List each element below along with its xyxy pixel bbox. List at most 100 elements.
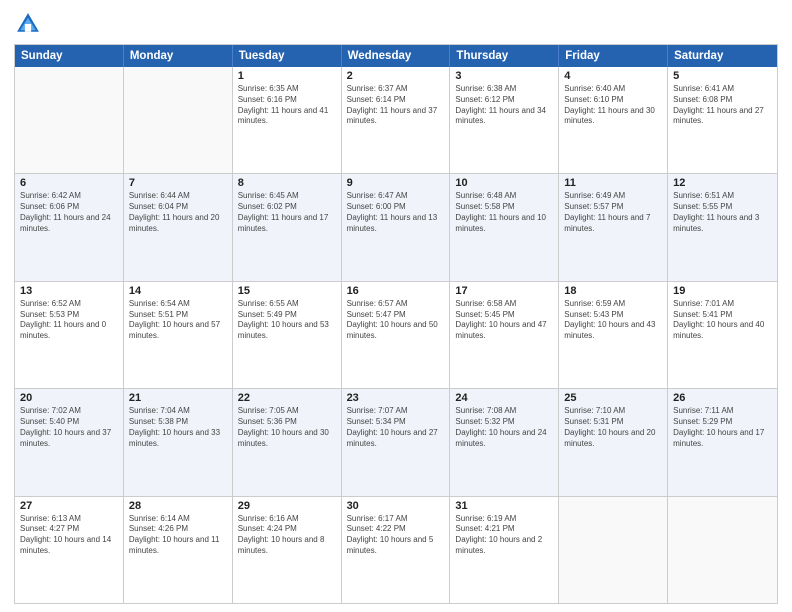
day-number: 4 [564,70,662,82]
day-info: Sunrise: 6:40 AM Sunset: 6:10 PM Dayligh… [564,84,662,127]
day-number: 12 [673,177,772,189]
day-number: 16 [347,285,445,297]
calendar-cell-4-1: 20 Sunrise: 7:02 AM Sunset: 5:40 PM Dayli… [15,389,124,495]
day-number: 7 [129,177,227,189]
calendar: SundayMondayTuesdayWednesdayThursdayFrid… [14,44,778,604]
calendar-cell-5-5: 31 Sunrise: 6:19 AM Sunset: 4:21 PM Dayli… [450,497,559,603]
day-info: Sunrise: 6:49 AM Sunset: 5:57 PM Dayligh… [564,191,662,234]
header-day-wednesday: Wednesday [342,45,451,67]
day-info: Sunrise: 7:10 AM Sunset: 5:31 PM Dayligh… [564,406,662,449]
calendar-cell-3-6: 18 Sunrise: 6:59 AM Sunset: 5:43 PM Dayli… [559,282,668,388]
day-info: Sunrise: 7:05 AM Sunset: 5:36 PM Dayligh… [238,406,336,449]
calendar-week-2: 6 Sunrise: 6:42 AM Sunset: 6:06 PM Daylig… [15,174,777,281]
day-info: Sunrise: 6:55 AM Sunset: 5:49 PM Dayligh… [238,299,336,342]
logo [14,10,46,38]
calendar-cell-2-7: 12 Sunrise: 6:51 AM Sunset: 5:55 PM Dayli… [668,174,777,280]
day-number: 11 [564,177,662,189]
day-number: 25 [564,392,662,404]
calendar-cell-1-5: 3 Sunrise: 6:38 AM Sunset: 6:12 PM Daylig… [450,67,559,173]
day-info: Sunrise: 7:07 AM Sunset: 5:34 PM Dayligh… [347,406,445,449]
day-number: 5 [673,70,772,82]
calendar-cell-4-6: 25 Sunrise: 7:10 AM Sunset: 5:31 PM Dayli… [559,389,668,495]
calendar-cell-2-3: 8Sunrise: 6:45 AM Sunset: 6:02 PM Daylig… [233,174,342,280]
page: SundayMondayTuesdayWednesdayThursdayFrid… [0,0,792,612]
calendar-week-3: 13 Sunrise: 6:52 AM Sunset: 5:53 PM Dayli… [15,282,777,389]
day-info: Sunrise: 7:08 AM Sunset: 5:32 PM Dayligh… [455,406,553,449]
day-info: Sunrise: 6:41 AM Sunset: 6:08 PM Dayligh… [673,84,772,127]
header-day-tuesday: Tuesday [233,45,342,67]
header [14,10,778,38]
day-number: 24 [455,392,553,404]
calendar-week-5: 27 Sunrise: 6:13 AM Sunset: 4:27 PM Dayli… [15,497,777,603]
day-number: 21 [129,392,227,404]
day-number: 27 [20,500,118,512]
day-number: 26 [673,392,772,404]
calendar-week-4: 20 Sunrise: 7:02 AM Sunset: 5:40 PM Dayli… [15,389,777,496]
calendar-cell-3-4: 16 Sunrise: 6:57 AM Sunset: 5:47 PM Dayli… [342,282,451,388]
day-info: Sunrise: 7:11 AM Sunset: 5:29 PM Dayligh… [673,406,772,449]
day-info: Sunrise: 6:59 AM Sunset: 5:43 PM Dayligh… [564,299,662,342]
logo-icon [14,10,42,38]
day-info: Sunrise: 6:48 AM Sunset: 5:58 PM Dayligh… [455,191,553,234]
day-number: 17 [455,285,553,297]
calendar-cell-1-4: 2Sunrise: 6:37 AM Sunset: 6:14 PM Daylig… [342,67,451,173]
day-number: 3 [455,70,553,82]
day-info: Sunrise: 6:47 AM Sunset: 6:00 PM Dayligh… [347,191,445,234]
day-number: 30 [347,500,445,512]
day-info: Sunrise: 6:38 AM Sunset: 6:12 PM Dayligh… [455,84,553,127]
calendar-cell-5-3: 29Sunrise: 6:16 AM Sunset: 4:24 PM Dayli… [233,497,342,603]
day-info: Sunrise: 6:17 AM Sunset: 4:22 PM Dayligh… [347,514,445,557]
day-info: Sunrise: 6:57 AM Sunset: 5:47 PM Dayligh… [347,299,445,342]
header-day-monday: Monday [124,45,233,67]
calendar-cell-2-5: 10 Sunrise: 6:48 AM Sunset: 5:58 PM Dayli… [450,174,559,280]
calendar-cell-2-1: 6 Sunrise: 6:42 AM Sunset: 6:06 PM Daylig… [15,174,124,280]
calendar-cell-3-1: 13 Sunrise: 6:52 AM Sunset: 5:53 PM Dayli… [15,282,124,388]
day-number: 31 [455,500,553,512]
day-info: Sunrise: 6:51 AM Sunset: 5:55 PM Dayligh… [673,191,772,234]
day-info: Sunrise: 7:02 AM Sunset: 5:40 PM Dayligh… [20,406,118,449]
calendar-week-1: 1 Sunrise: 6:35 AM Sunset: 6:16 PM Daylig… [15,67,777,174]
day-info: Sunrise: 6:44 AM Sunset: 6:04 PM Dayligh… [129,191,227,234]
day-info: Sunrise: 6:16 AM Sunset: 4:24 PM Dayligh… [238,514,336,557]
day-number: 20 [20,392,118,404]
day-number: 23 [347,392,445,404]
day-number: 1 [238,70,336,82]
day-info: Sunrise: 6:42 AM Sunset: 6:06 PM Dayligh… [20,191,118,234]
calendar-cell-4-3: 22 Sunrise: 7:05 AM Sunset: 5:36 PM Dayli… [233,389,342,495]
calendar-cell-1-6: 4 Sunrise: 6:40 AM Sunset: 6:10 PM Daylig… [559,67,668,173]
day-info: Sunrise: 6:45 AM Sunset: 6:02 PM Dayligh… [238,191,336,234]
calendar-cell-5-1: 27 Sunrise: 6:13 AM Sunset: 4:27 PM Dayli… [15,497,124,603]
calendar-cell-5-6 [559,497,668,603]
day-info: Sunrise: 6:52 AM Sunset: 5:53 PM Dayligh… [20,299,118,342]
day-info: Sunrise: 6:37 AM Sunset: 6:14 PM Dayligh… [347,84,445,127]
day-info: Sunrise: 6:58 AM Sunset: 5:45 PM Dayligh… [455,299,553,342]
day-info: Sunrise: 6:35 AM Sunset: 6:16 PM Dayligh… [238,84,336,127]
calendar-cell-4-5: 24 Sunrise: 7:08 AM Sunset: 5:32 PM Dayli… [450,389,559,495]
calendar-body: 1 Sunrise: 6:35 AM Sunset: 6:16 PM Daylig… [15,67,777,603]
header-day-sunday: Sunday [15,45,124,67]
calendar-cell-3-5: 17 Sunrise: 6:58 AM Sunset: 5:45 PM Dayli… [450,282,559,388]
calendar-cell-5-2: 28 Sunrise: 6:14 AM Sunset: 4:26 PM Dayli… [124,497,233,603]
calendar-cell-4-4: 23 Sunrise: 7:07 AM Sunset: 5:34 PM Dayli… [342,389,451,495]
day-number: 6 [20,177,118,189]
calendar-cell-1-3: 1 Sunrise: 6:35 AM Sunset: 6:16 PM Daylig… [233,67,342,173]
day-number: 19 [673,285,772,297]
calendar-cell-3-7: 19Sunrise: 7:01 AM Sunset: 5:41 PM Dayli… [668,282,777,388]
calendar-cell-2-2: 7 Sunrise: 6:44 AM Sunset: 6:04 PM Daylig… [124,174,233,280]
day-number: 9 [347,177,445,189]
day-number: 28 [129,500,227,512]
calendar-cell-2-6: 11 Sunrise: 6:49 AM Sunset: 5:57 PM Dayli… [559,174,668,280]
day-number: 13 [20,285,118,297]
day-number: 10 [455,177,553,189]
calendar-cell-5-7 [668,497,777,603]
day-number: 22 [238,392,336,404]
day-info: Sunrise: 7:04 AM Sunset: 5:38 PM Dayligh… [129,406,227,449]
header-day-friday: Friday [559,45,668,67]
day-info: Sunrise: 6:13 AM Sunset: 4:27 PM Dayligh… [20,514,118,557]
calendar-header: SundayMondayTuesdayWednesdayThursdayFrid… [15,45,777,67]
calendar-cell-1-1 [15,67,124,173]
calendar-cell-3-3: 15Sunrise: 6:55 AM Sunset: 5:49 PM Dayli… [233,282,342,388]
day-number: 18 [564,285,662,297]
day-info: Sunrise: 6:19 AM Sunset: 4:21 PM Dayligh… [455,514,553,557]
day-info: Sunrise: 6:14 AM Sunset: 4:26 PM Dayligh… [129,514,227,557]
